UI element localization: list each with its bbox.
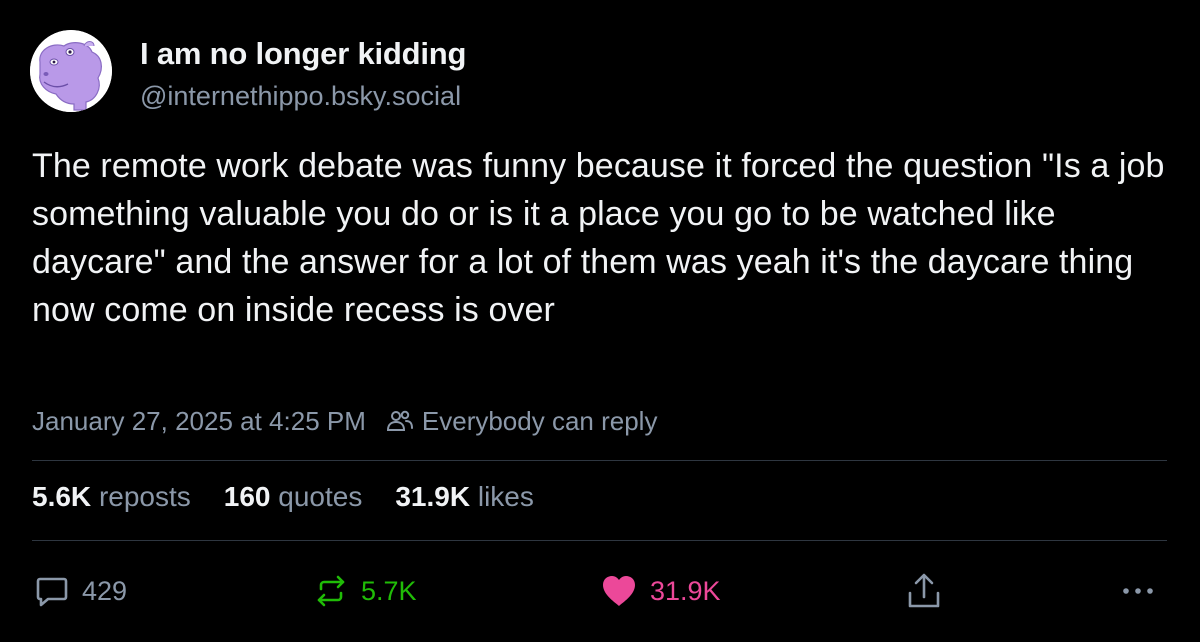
repost-count: 5.7K — [361, 575, 417, 606]
reposts-label: reposts — [98, 481, 191, 512]
speech-bubble-icon — [36, 577, 68, 607]
like-button[interactable]: 31.9K — [600, 568, 721, 614]
likes-label: likes — [477, 481, 534, 512]
post-header: I am no longer kidding @internethippo.bs… — [30, 30, 466, 118]
quotes-stat[interactable]: 160 quotes — [224, 481, 363, 513]
quotes-count: 160 — [223, 481, 271, 512]
reply-setting-label: Everybody can reply — [421, 405, 658, 436]
reply-count: 429 — [82, 575, 128, 606]
divider — [32, 460, 1167, 461]
more-options-button[interactable] — [1118, 568, 1170, 614]
repost-button[interactable]: 5.7K — [313, 568, 417, 614]
people-icon — [386, 410, 413, 431]
post-meta: January 27, 2025 at 4:25 PM Everybody ca… — [32, 402, 657, 440]
likes-stat[interactable]: 31.9K likes — [395, 481, 534, 513]
post-text: The remote work debate was funny because… — [32, 147, 1165, 329]
author-names: I am no longer kidding @internethippo.bs… — [140, 36, 466, 112]
action-bar: 429 5.7K 31.9K — [0, 568, 1200, 614]
reply-button[interactable]: 429 — [34, 568, 127, 614]
display-name[interactable]: I am no longer kidding — [140, 36, 466, 72]
heart-icon — [603, 576, 635, 606]
repost-icon — [317, 575, 345, 607]
like-count: 31.9K — [650, 575, 721, 606]
post-timestamp[interactable]: January 27, 2025 at 4:25 PM — [32, 406, 366, 437]
reposts-count: 5.6K — [32, 481, 92, 512]
reply-settings[interactable]: Everybody can reply — [386, 405, 658, 437]
avatar[interactable] — [30, 30, 112, 112]
post-card: I am no longer kidding @internethippo.bs… — [0, 0, 1200, 642]
likes-count: 31.9K — [395, 481, 471, 512]
author-handle[interactable]: @internethippo.bsky.social — [140, 81, 466, 112]
engagement-stats: 5.6K reposts 160 quotes 31.9K likes — [32, 481, 567, 513]
hippo-avatar-icon — [30, 30, 112, 112]
share-button[interactable] — [904, 568, 956, 614]
ellipsis-icon — [1123, 588, 1153, 594]
share-icon — [908, 573, 940, 608]
quotes-label: quotes — [278, 481, 363, 512]
divider — [32, 540, 1167, 541]
reposts-stat[interactable]: 5.6K reposts — [32, 481, 191, 513]
